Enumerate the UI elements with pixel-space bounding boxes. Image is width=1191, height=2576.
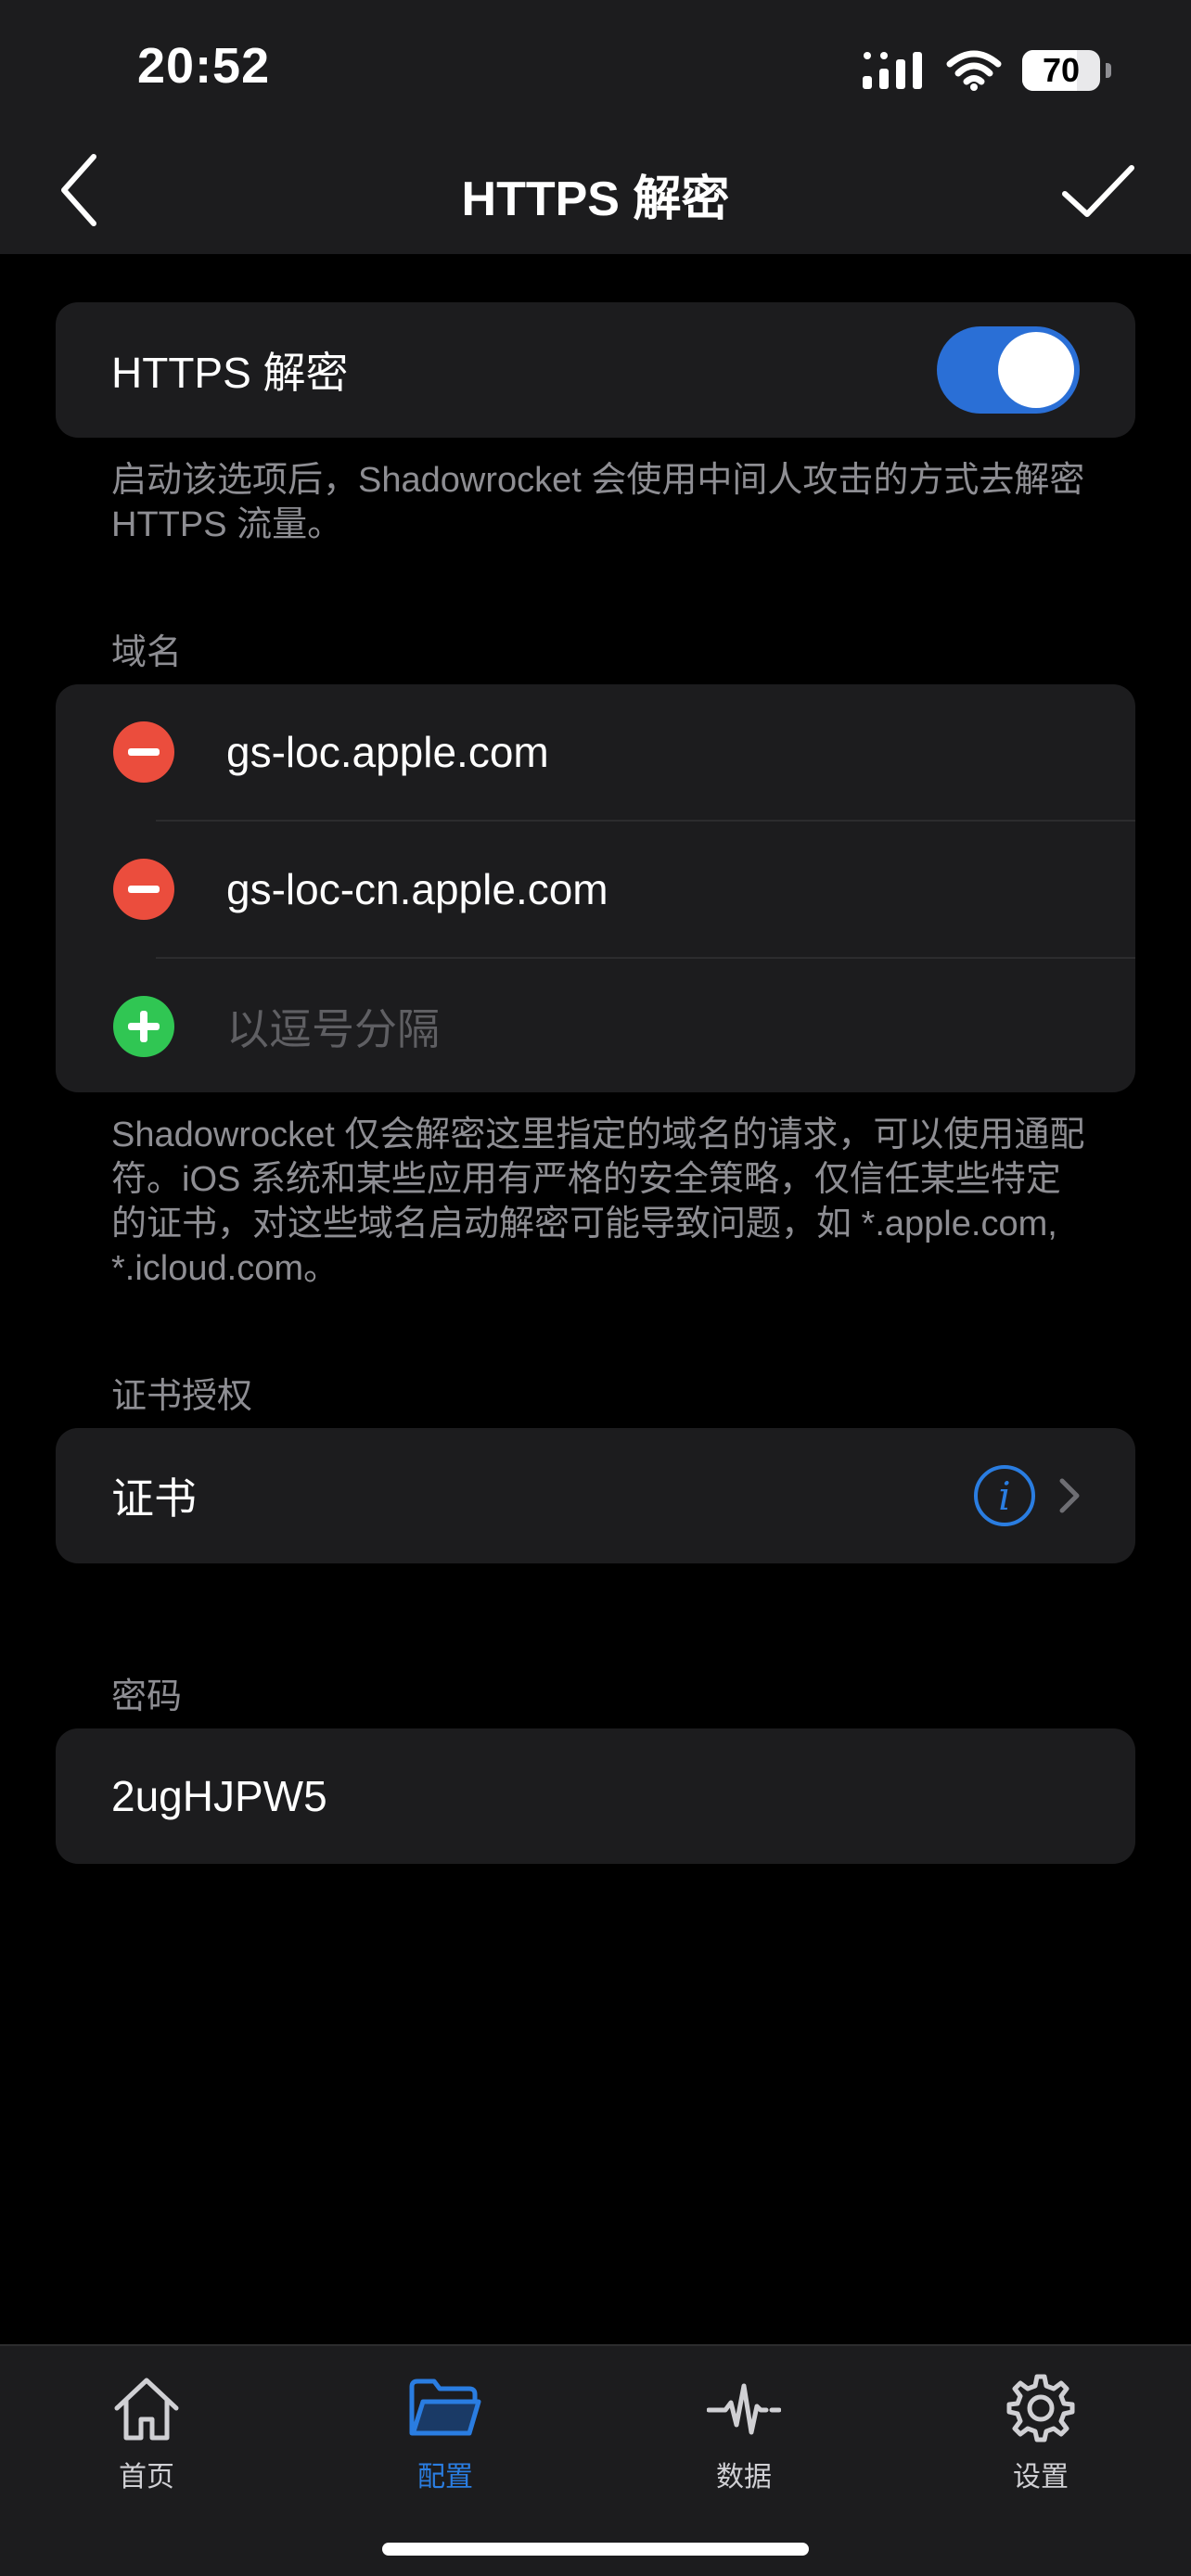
https-description: 启动该选项后，Shadowrocket 会使用中间人攻击的方式去解密 HTTPS…: [111, 461, 1085, 544]
domains-description: Shadowrocket 仅会解密这里指定的域名的请求，可以使用通配符。iOS …: [111, 1116, 1085, 1288]
domain-label[interactable]: gs-loc.apple.com: [226, 727, 549, 777]
minus-icon: [128, 748, 160, 756]
page-title: HTTPS 解密: [461, 172, 730, 226]
password-field[interactable]: 2ugHJPW5: [56, 1728, 1135, 1864]
certificate-row[interactable]: 证书 i: [56, 1428, 1135, 1563]
tab-bar: 首页 配置 数据 设置: [0, 2344, 1191, 2576]
status-icons: 70: [861, 45, 1111, 96]
top-bar: 20:52 70 HTTPS 解密: [0, 0, 1191, 254]
folder-icon: [409, 2378, 481, 2436]
wifi-icon: [946, 50, 1002, 91]
tab-label: 配置: [417, 2462, 473, 2493]
tab-data[interactable]: 数据: [651, 2366, 837, 2494]
chevron-right-icon: [1059, 1478, 1080, 1513]
waveform-icon: [707, 2383, 781, 2435]
tab-label: 设置: [1013, 2462, 1069, 2493]
add-domain-input[interactable]: 以逗号分隔: [226, 996, 440, 1057]
tab-home[interactable]: 首页: [54, 2366, 239, 2494]
certificate-header: 证书授权: [111, 1377, 253, 1416]
house-icon: [114, 2378, 179, 2441]
confirm-button[interactable]: [1052, 150, 1145, 234]
domains-list: gs-loc.apple.com gs-loc-cn.apple.com 以逗号…: [56, 684, 1135, 1092]
tab-label: 数据: [716, 2462, 772, 2493]
certificate-label: 证书: [111, 1474, 197, 1523]
domain-row: gs-loc-cn.apple.com: [56, 822, 1135, 957]
info-icon[interactable]: i: [974, 1465, 1035, 1526]
plus-icon: [128, 1011, 160, 1042]
tab-label: 首页: [119, 2462, 174, 2493]
certificate-accessories: i: [974, 1465, 1080, 1526]
https-toggle-row: HTTPS 解密: [56, 302, 1135, 438]
minus-icon: [128, 886, 160, 893]
battery-percent: 70: [1042, 51, 1081, 89]
checkmark-icon: [1062, 165, 1134, 217]
cellular-signal-icon: [863, 52, 922, 89]
status-time: 20:52: [137, 38, 271, 94]
add-domain-row: 以逗号分隔: [56, 959, 1135, 1092]
remove-domain-button[interactable]: [113, 859, 174, 920]
https-toggle-label: HTTPS 解密: [111, 349, 349, 397]
remove-domain-button[interactable]: [113, 721, 174, 783]
password-header: 密码: [111, 1677, 183, 1716]
password-value: 2ugHJPW5: [111, 1772, 327, 1820]
battery-icon: 70: [1022, 50, 1111, 91]
domain-row: gs-loc.apple.com: [56, 684, 1135, 820]
tab-config[interactable]: 配置: [352, 2366, 538, 2494]
toggle-knob: [998, 332, 1074, 408]
screen: 20:52 70 HTTPS 解密 HTTPS 解密 启动该选项后，Shadow…: [0, 0, 1191, 2576]
https-toggle-switch[interactable]: [937, 326, 1080, 414]
domain-label[interactable]: gs-loc-cn.apple.com: [226, 864, 608, 914]
add-domain-button[interactable]: [113, 996, 174, 1057]
tab-settings[interactable]: 设置: [948, 2366, 1133, 2494]
domains-header: 域名: [111, 633, 183, 672]
battery-cap: [1106, 63, 1111, 78]
gear-icon: [1006, 2374, 1075, 2442]
home-indicator: [382, 2543, 809, 2556]
